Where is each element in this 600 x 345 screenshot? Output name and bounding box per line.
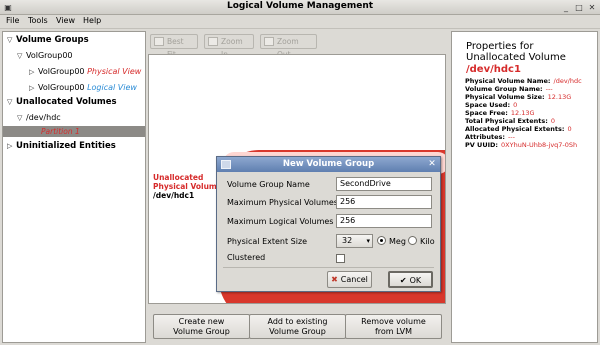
- max-lv-label: Maximum Logical Volumes: [227, 217, 334, 226]
- expander-down-icon[interactable]: ▽: [7, 36, 16, 44]
- ok-icon: ✔: [399, 276, 407, 285]
- max-pv-label: Maximum Physical Volumes: [227, 198, 338, 207]
- tree-item-unallocated[interactable]: ▽ Unallocated Volumes: [7, 97, 117, 107]
- unit-meg-radio[interactable]: [377, 236, 386, 245]
- menu-help[interactable]: Help: [83, 16, 101, 25]
- expander-down-icon[interactable]: ▽: [17, 52, 26, 60]
- expander-down-icon[interactable]: ▽: [7, 98, 16, 106]
- properties-device: /dev/hdc1: [466, 64, 521, 75]
- zoom-in-button[interactable]: Zoom In: [204, 34, 254, 59]
- expander-right-icon[interactable]: ▷: [7, 142, 16, 150]
- dialog-title: New Volume Group: [282, 159, 375, 169]
- vg-name-label: Volume Group Name: [227, 180, 310, 189]
- chevron-down-icon: ▾: [366, 237, 370, 245]
- prop-row: Allocated Physical Extents: 0: [465, 125, 572, 133]
- zoom-out-button[interactable]: Zoom Out: [260, 34, 317, 59]
- zoom-out-icon: [264, 37, 274, 46]
- tree-item-uninitialized[interactable]: ▷ Uninitialized Entities: [7, 141, 116, 151]
- unit-kilo-radio[interactable]: [408, 236, 417, 245]
- max-pv-input[interactable]: 256: [336, 195, 432, 209]
- max-lv-input[interactable]: 256: [336, 214, 432, 228]
- maximize-icon[interactable]: □: [573, 2, 585, 13]
- prop-row: Space Used: 0: [465, 101, 518, 109]
- tree-item-volgroup[interactable]: ▽ VolGroup00: [17, 51, 73, 60]
- unit-kilo-label: Kilo: [420, 237, 435, 246]
- cancel-icon: ✖: [331, 275, 338, 284]
- tree-item-physical-view[interactable]: ▷ VolGroup00 Physical View: [29, 67, 141, 76]
- expander-down-icon[interactable]: ▽: [17, 114, 26, 122]
- volume-tree: ▽ Volume Groups ▽ VolGroup00 ▷ VolGroup00 P…: [2, 31, 146, 343]
- new-volume-group-dialog: New Volume Group ✕ Volume Group Name Sec…: [216, 156, 441, 292]
- minimize-icon[interactable]: _: [560, 2, 572, 13]
- tree-item-volume-groups[interactable]: ▽ Volume Groups: [7, 35, 89, 45]
- extent-size-select[interactable]: 32 ▾: [336, 234, 373, 248]
- tree-item-dev-hdc[interactable]: ▽/dev/hdc: [17, 113, 61, 122]
- menu-view[interactable]: View: [56, 16, 75, 25]
- cancel-button[interactable]: ✖ Cancel: [327, 271, 372, 288]
- dialog-window-icon: [221, 160, 231, 169]
- prop-row: Physical Volume Size: 12.13G: [465, 93, 572, 101]
- prop-row: Space Free: 12.13G: [465, 109, 535, 117]
- dialog-titlebar: New Volume Group ✕: [217, 157, 440, 172]
- ok-button[interactable]: ✔ OK: [388, 271, 433, 288]
- window-title: Logical Volume Management: [226, 1, 374, 11]
- prop-row: Volume Group Name: ---: [465, 85, 553, 93]
- unit-meg-label: Meg: [389, 237, 406, 246]
- expander-right-icon[interactable]: ▷: [29, 84, 38, 92]
- prop-row: Attributes: ---: [465, 133, 515, 141]
- close-icon[interactable]: ✕: [586, 2, 598, 13]
- expander-right-icon[interactable]: ▷: [29, 68, 38, 76]
- tree-item-partition-selected[interactable]: Partition 1: [3, 126, 145, 137]
- extent-size-label: Physical Extent Size: [227, 237, 308, 246]
- properties-heading-line1: Properties for: [466, 41, 534, 52]
- prop-row: Physical Volume Name:/dev/hdc: [465, 77, 582, 85]
- add-to-volume-group-button[interactable]: Add to existing Volume Group: [249, 314, 346, 339]
- prop-row: PV UUID: 0XYhuN-Uhb8-jvq7-0Sh: [465, 141, 578, 149]
- canvas-volume-label: Unallocated Physical Volume /dev/hdc1: [153, 173, 222, 200]
- best-fit-icon: [154, 37, 164, 46]
- zoom-in-icon: [208, 37, 218, 46]
- dialog-separator: [223, 267, 434, 268]
- dialog-close-icon[interactable]: ✕: [427, 159, 437, 169]
- menu-file[interactable]: File: [6, 16, 19, 25]
- remove-from-lvm-button[interactable]: Remove volume from LVM: [345, 314, 442, 339]
- properties-panel: Properties for Unallocated Volume /dev/h…: [451, 31, 598, 343]
- window-titlebar: ▣ Logical Volume Management _ □ ✕: [0, 0, 600, 15]
- clustered-checkbox[interactable]: [336, 254, 345, 263]
- properties-heading-line2: Unallocated Volume: [466, 52, 566, 63]
- menu-bar: File Tools View Help: [0, 15, 600, 29]
- menu-tools[interactable]: Tools: [28, 16, 48, 25]
- clustered-label: Clustered: [227, 253, 266, 262]
- best-fit-button[interactable]: Best Fit: [150, 34, 198, 59]
- tree-item-logical-view[interactable]: ▷ VolGroup00 Logical View: [29, 83, 137, 92]
- vg-name-input[interactable]: SecondDrive: [336, 177, 432, 191]
- create-volume-group-button[interactable]: Create new Volume Group: [153, 314, 250, 339]
- prop-row: Total Physical Extents: 0: [465, 117, 555, 125]
